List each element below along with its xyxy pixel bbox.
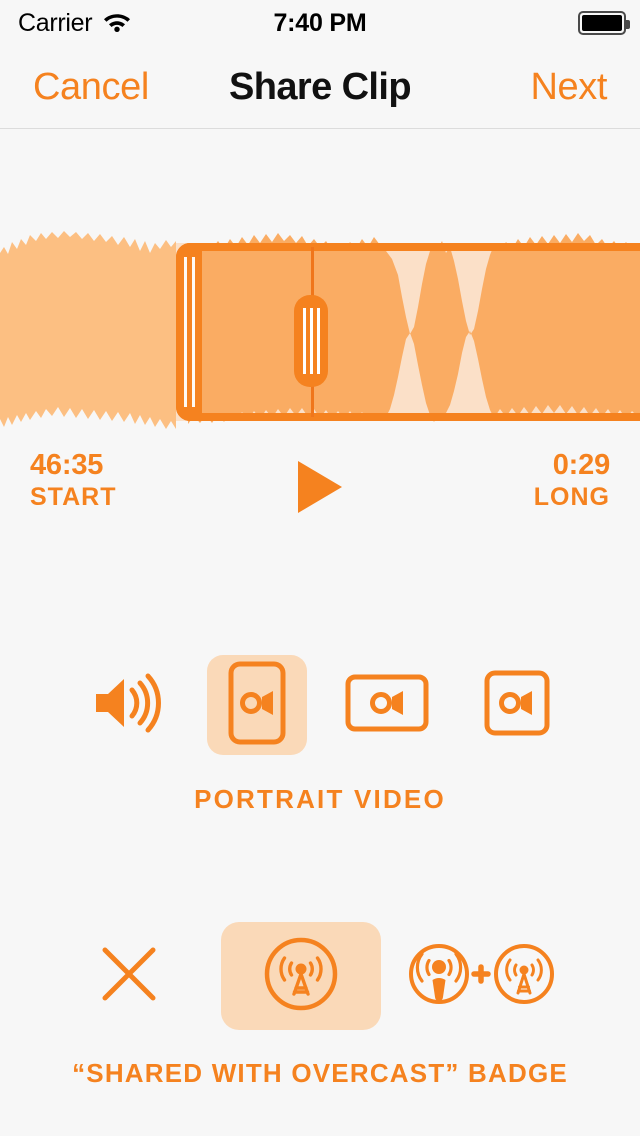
clip-start-handle[interactable] <box>176 243 202 421</box>
format-caption: PORTRAIT VIDEO <box>194 784 446 814</box>
podcast-plus-tower-icon <box>408 941 554 1012</box>
video-landscape-icon <box>345 674 429 737</box>
badge-caption: “SHARED WITH OVERCAST” BADGE <box>72 1058 568 1088</box>
overcast-tower-icon <box>263 936 339 1017</box>
clip-time-row: 46:35 START 0:29 LONG <box>0 441 640 541</box>
battery-full-icon <box>578 11 630 35</box>
play-button[interactable] <box>290 457 350 517</box>
clip-start-label: START <box>30 483 117 511</box>
format-option-square[interactable] <box>467 655 567 755</box>
badge-option-overcast[interactable] <box>221 922 381 1030</box>
share-clip-screen: Carrier 7:40 PM Cancel Share Clip Next 4… <box>0 0 640 1136</box>
format-option-portrait[interactable] <box>207 655 307 755</box>
badge-option-none[interactable] <box>81 928 177 1024</box>
clip-length-info: 0:29 LONG <box>534 449 610 513</box>
playhead-handle[interactable] <box>294 295 328 387</box>
nav-bar: Cancel Share Clip Next <box>0 46 640 129</box>
badge-section: “SHARED WITH OVERCAST” BADGE <box>0 910 640 1089</box>
format-section: PORTRAIT VIDEO <box>0 640 640 815</box>
badge-option-both[interactable] <box>403 928 559 1024</box>
status-bar-right <box>578 0 630 46</box>
clip-length-label: LONG <box>533 483 610 511</box>
waveform-editor[interactable] <box>0 129 640 441</box>
video-square-icon <box>484 670 550 741</box>
clip-length-value: 0:29 <box>552 449 610 481</box>
speaker-waves-icon <box>88 665 164 746</box>
x-close-icon <box>99 944 159 1009</box>
status-bar-clock: 7:40 PM <box>273 9 367 37</box>
clip-start-info: 46:35 START <box>30 449 116 513</box>
badge-options <box>0 910 640 1042</box>
format-option-audio[interactable] <box>73 655 179 755</box>
video-portrait-icon <box>228 661 286 750</box>
next-button[interactable]: Next <box>530 46 607 129</box>
status-bar: Carrier 7:40 PM <box>0 0 640 46</box>
format-options <box>0 640 640 770</box>
format-option-landscape[interactable] <box>337 655 437 755</box>
play-icon <box>298 461 342 513</box>
clip-start-value: 46:35 <box>30 449 104 481</box>
waveform-graphic <box>0 231 640 429</box>
